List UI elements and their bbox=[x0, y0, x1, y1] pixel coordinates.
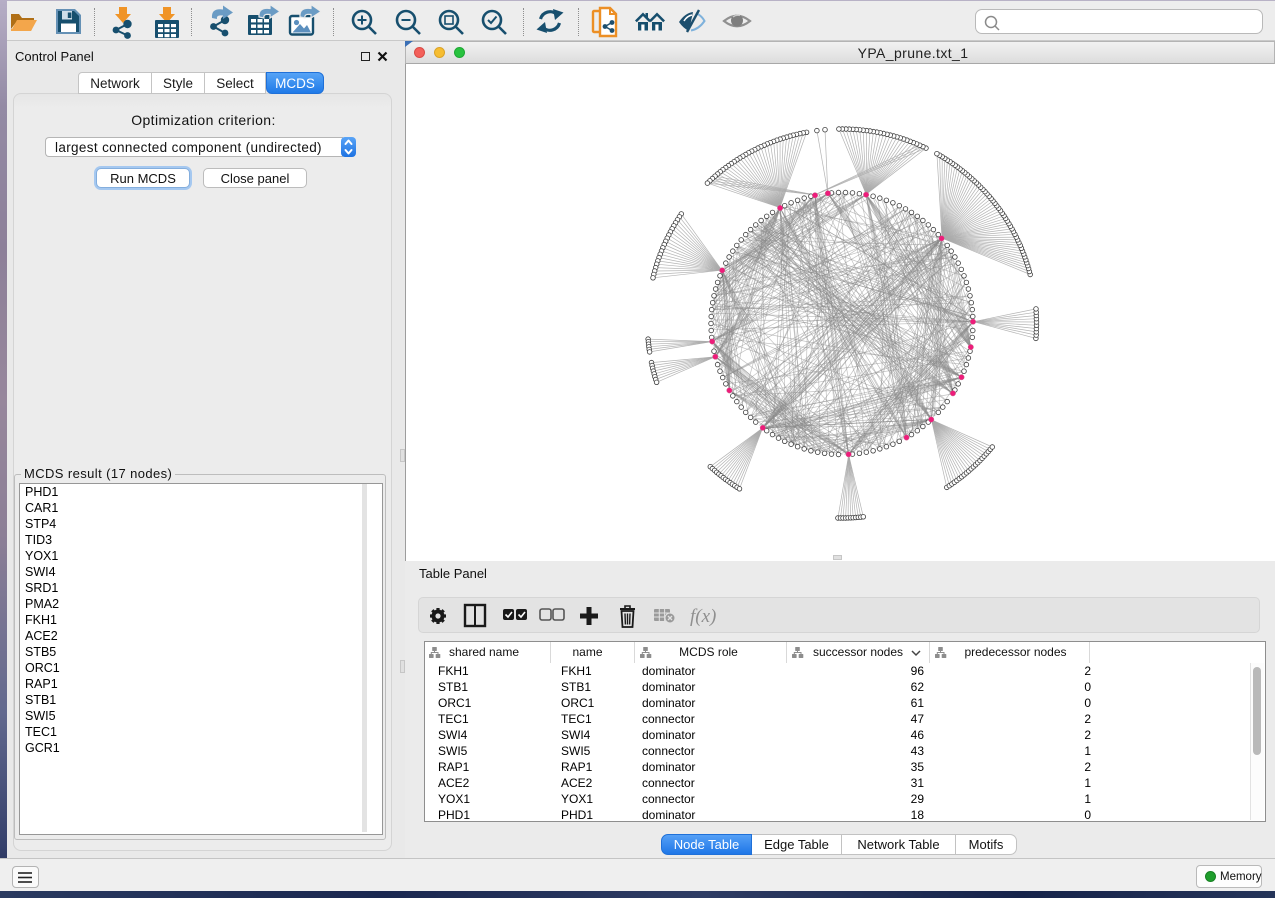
svg-text:f(x): f(x) bbox=[690, 606, 716, 627]
